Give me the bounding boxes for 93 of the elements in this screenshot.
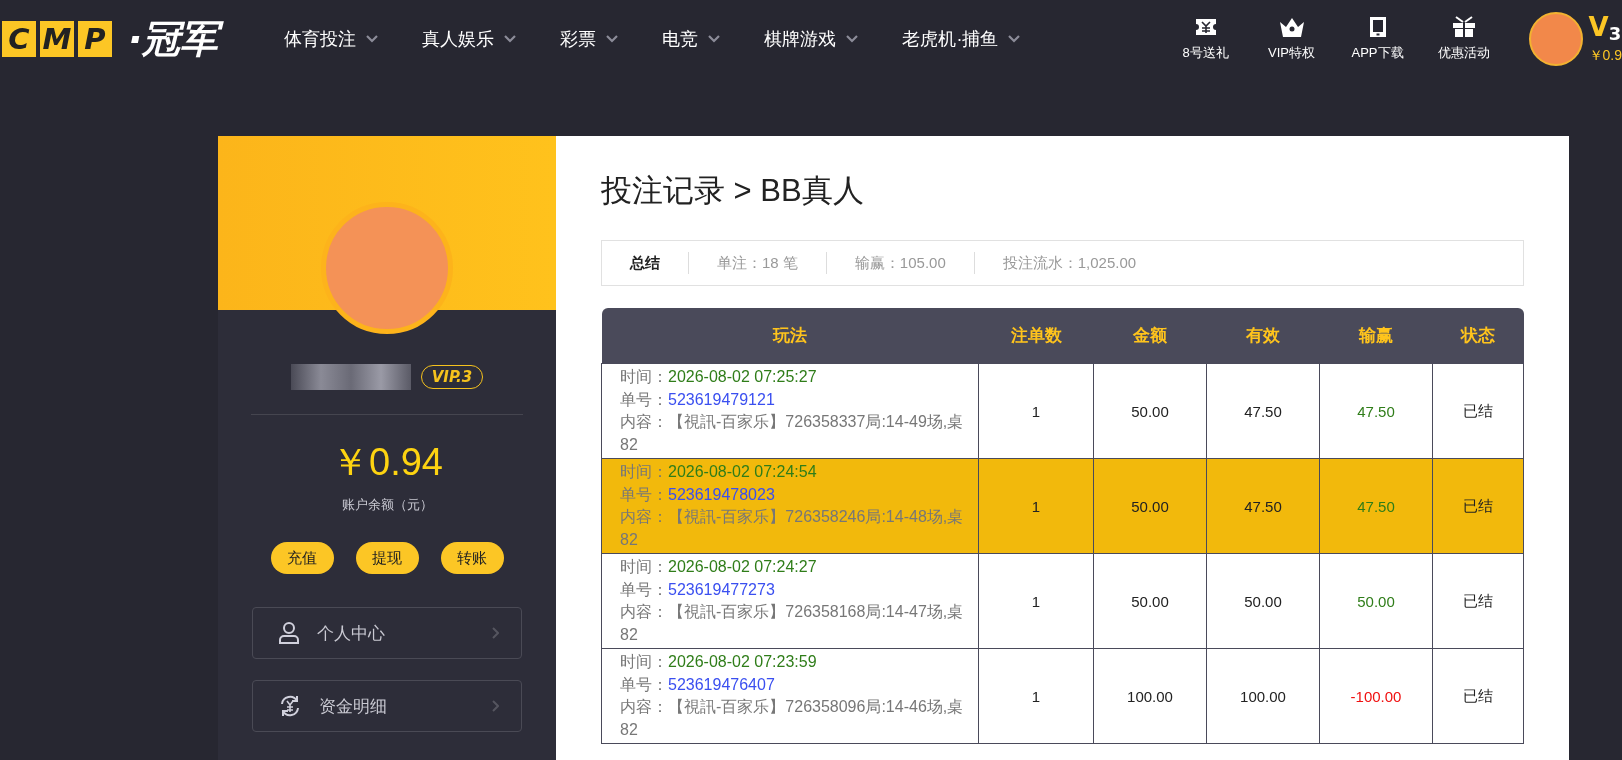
time-label: 时间： (620, 558, 668, 575)
quick-link[interactable]: APP下载 (1334, 16, 1421, 62)
order-number: 523619477273 (668, 580, 775, 598)
bet-amount: 100.00 (1093, 648, 1207, 744)
nav-item[interactable]: 真人娱乐 (400, 27, 539, 51)
bet-amount: 50.00 (1093, 458, 1207, 554)
table-row[interactable]: 时间：2026-08-02 07:25:27 单号：523619479121 内容：【視訊-百家乐】726358337局:14-49场,桌82 1 50.00 47.50 47.50 已结 (601, 363, 1524, 459)
order-number: 523619476407 (668, 675, 775, 693)
summary-stat: 单注：18 笔 (688, 252, 826, 274)
bet-time: 2026-08-02 07:24:27 (668, 558, 817, 575)
menu-item[interactable]: 资金明细 (252, 680, 522, 732)
account-balance: ￥0.94 (331, 440, 443, 485)
logo-letter: P (78, 21, 112, 57)
quick-link[interactable]: 优惠活动 (1420, 16, 1507, 62)
caret-icon (846, 35, 859, 43)
table-row[interactable]: 时间：2026-08-02 07:23:59 单号：523619476407 内容：【視訊-百家乐】726358096局:14-46场,桌82 1 100.00 100.00 -100.00 已结 (601, 648, 1524, 744)
bet-time: 2026-08-02 07:24:54 (668, 463, 817, 480)
summary-stat: 输赢：105.00 (825, 252, 974, 274)
win-loss: -100.00 (1319, 648, 1433, 744)
ticket-icon (1194, 16, 1217, 38)
bet-count: 1 (978, 648, 1094, 744)
quick-link[interactable]: VIP特权 (1248, 16, 1335, 62)
bet-amount: 50.00 (1093, 363, 1207, 459)
nav-item[interactable]: 彩票 (538, 27, 641, 51)
logo-letter: M (40, 21, 74, 57)
nav-item[interactable]: 电竞 (640, 27, 743, 51)
order-label: 单号： (620, 580, 668, 598)
page-title: 投注记录 > BB真人 (601, 172, 864, 210)
chevron-icon (492, 627, 499, 639)
nav-item[interactable]: 老虎机·捕鱼 (880, 27, 1043, 51)
logo-letter: C (2, 21, 36, 57)
bet-status: 已结 (1432, 458, 1524, 554)
valid-amount: 50.00 (1206, 553, 1320, 649)
bet-content: 内容：【視訊-百家乐】726358337局:14-49场,桌82 (620, 412, 964, 455)
order-number: 523619479121 (668, 390, 775, 408)
column-header: 有效 (1206, 308, 1320, 364)
bet-count: 1 (978, 458, 1094, 554)
nav-item[interactable]: 棋牌游戏 (742, 27, 881, 51)
order-number: 523619478023 (668, 485, 775, 503)
win-loss: 47.50 (1319, 458, 1433, 554)
logo-text: ·冠军 (124, 16, 227, 62)
bet-status: 已结 (1432, 363, 1524, 459)
chevron-icon (492, 700, 499, 712)
order-label: 单号： (620, 675, 668, 693)
crown-icon (1278, 16, 1305, 38)
column-header: 状态 (1432, 308, 1524, 364)
order-label: 单号： (620, 390, 668, 408)
bet-count: 1 (978, 553, 1094, 649)
summary-label: 总结 (628, 253, 661, 273)
caret-icon (366, 35, 379, 43)
bet-content: 内容：【視訊-百家乐】726358246局:14-48场,桌82 (620, 507, 964, 550)
valid-amount: 47.50 (1206, 458, 1320, 554)
order-label: 单号： (620, 485, 668, 503)
menu-item[interactable]: 个人中心 (252, 607, 522, 659)
bet-amount: 50.00 (1093, 553, 1207, 649)
summary-stat: 投注流水：1,025.00 (973, 252, 1165, 274)
time-label: 时间： (620, 368, 668, 385)
tablet-icon (1368, 16, 1387, 38)
caret-icon (606, 35, 619, 43)
win-loss: 47.50 (1319, 363, 1433, 459)
caret-icon (1008, 35, 1021, 43)
column-header: 玩法 (601, 308, 979, 364)
balance-label: 账户余额（元） (341, 496, 433, 514)
action-button[interactable]: 充值 (270, 542, 334, 574)
valid-amount: 47.50 (1206, 363, 1320, 459)
bet-status: 已结 (1432, 553, 1524, 649)
vip-level: V$_{3}$ (1588, 13, 1622, 46)
action-button[interactable]: 转账 (440, 542, 504, 574)
time-label: 时间： (620, 463, 668, 480)
gift-icon (1451, 16, 1476, 38)
bet-time: 2026-08-02 07:23:59 (668, 653, 817, 670)
bet-content: 内容：【視訊-百家乐】726358096局:14-46场,桌82 (620, 697, 964, 740)
table-row[interactable]: 时间：2026-08-02 07:24:27 单号：523619477273 内容：【視訊-百家乐】726358168局:14-47场,桌82 1 50.00 50.00 50.00 已结 (601, 553, 1524, 649)
caret-icon (708, 35, 721, 43)
time-label: 时间： (620, 653, 668, 670)
person-icon (279, 622, 299, 644)
nav-item[interactable]: 体育投注 (262, 27, 401, 51)
table-row[interactable]: 时间：2026-08-02 07:24:54 单号：523619478023 内容：【視訊-百家乐】726358246局:14-48场,桌82 1 50.00 47.50 47.50 已结 (601, 458, 1524, 554)
avatar-placeholder[interactable] (1528, 12, 1583, 66)
column-header: 注单数 (978, 308, 1094, 364)
valid-amount: 100.00 (1206, 648, 1320, 744)
column-header: 金额 (1093, 308, 1207, 364)
bet-time: 2026-08-02 07:25:27 (668, 368, 817, 385)
yen-cycle-icon (279, 695, 301, 717)
bet-content: 内容：【視訊-百家乐】726358168局:14-47场,桌82 (620, 602, 964, 645)
caret-icon (504, 35, 517, 43)
bet-status: 已结 (1432, 648, 1524, 744)
header-balance: ￥0.9 (1588, 46, 1622, 65)
column-header: 输赢 (1319, 308, 1433, 364)
win-loss: 50.00 (1319, 553, 1433, 649)
action-button[interactable]: 提现 (355, 542, 419, 574)
bet-count: 1 (978, 363, 1094, 459)
quick-link[interactable]: 8号送礼 (1162, 16, 1249, 62)
